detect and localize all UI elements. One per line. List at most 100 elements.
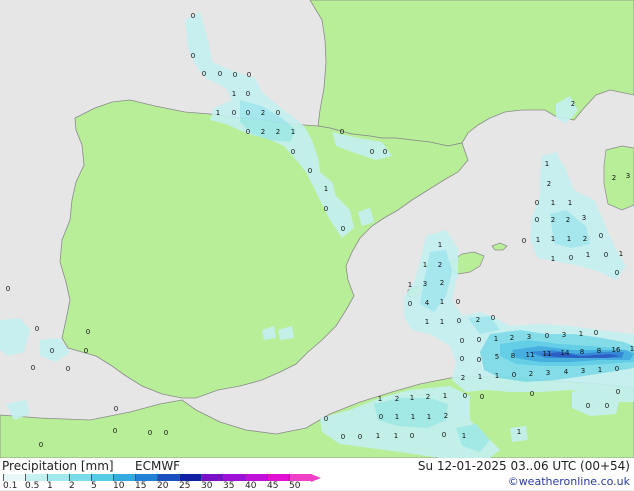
credit-link[interactable]: ©weatheronline.co.uk <box>508 475 630 488</box>
precip-value: 0 <box>477 356 481 364</box>
precip-value: 0 <box>545 332 549 340</box>
precip-value: 8 <box>580 348 584 356</box>
precip-value: 2 <box>395 395 399 403</box>
map-viewer: 0 0 0 0 0 0 1 0 1 0 0 2 0 0 2 2 1 0 0 0 0 0 1 0 0 0 0 0 0 0 0 0 0 0 0 0 0 1 2 0… <box>0 0 634 491</box>
precip-value: 0 <box>408 300 412 308</box>
precip-value: 0 <box>86 328 90 336</box>
precip-value: 1 <box>394 432 398 440</box>
precip-value: 0 <box>615 365 619 373</box>
precip-value: 0 <box>114 405 118 413</box>
precip-value: 0 <box>410 432 414 440</box>
precip-value: 0 <box>31 364 35 372</box>
scale-swatch <box>201 474 224 481</box>
precip-value: 0 <box>463 392 467 400</box>
precip-value: 0 <box>246 109 250 117</box>
precip-value: 4 <box>425 299 430 307</box>
scale-swatch <box>267 474 290 481</box>
precip-value: 3 <box>423 280 427 288</box>
precip-value: 0 <box>535 199 539 207</box>
precip-value: 1 <box>427 413 431 421</box>
precip-value: 0 <box>247 71 251 79</box>
scale-swatch <box>25 474 48 481</box>
precip-value: 2 <box>444 412 448 420</box>
precip-value: 1 <box>440 298 444 306</box>
scale-swatch <box>135 474 158 481</box>
precipitation-map[interactable]: 0 0 0 0 0 0 1 0 1 0 0 2 0 0 2 2 1 0 0 0 0 0 1 0 0 0 0 0 0 0 0 0 0 0 0 0 0 1 2 0… <box>0 0 634 458</box>
precip-value: 2 <box>566 216 570 224</box>
model-name: ECMWF <box>135 459 181 473</box>
precip-value: 1 <box>324 185 328 193</box>
precip-value: 0 <box>218 70 222 78</box>
precip-value: 0 <box>460 337 464 345</box>
precip-value: 1 <box>551 199 555 207</box>
precip-value: 0 <box>50 347 54 355</box>
precip-value: 1 <box>425 318 429 326</box>
precip-value: 0 <box>358 433 362 441</box>
precip-value: 0 <box>594 329 598 337</box>
precip-value: 1 <box>423 261 427 269</box>
precip-value: 0 <box>383 148 387 156</box>
scale-swatch <box>69 474 92 481</box>
precip-value: 1 <box>408 281 412 289</box>
precip-value: 1 <box>232 90 236 98</box>
precip-value: 0 <box>232 109 236 117</box>
precip-value: 0 <box>324 205 328 213</box>
precip-value: 0 <box>308 167 312 175</box>
precip-value: 0 <box>191 52 195 60</box>
precip-value: 1 <box>551 255 555 263</box>
valid-time: Su 12-01-2025 03..06 UTC (00+54) <box>417 459 630 473</box>
precip-value: 1 <box>410 394 414 402</box>
precip-value: 2 <box>571 100 575 108</box>
precip-value: 0 <box>604 251 608 259</box>
precip-value: 5 <box>495 353 499 361</box>
precip-value: 0 <box>246 128 250 136</box>
precip-value: 0 <box>276 109 280 117</box>
legend-title: Precipitation [mm] <box>2 459 114 473</box>
precip-value: 2 <box>551 216 555 224</box>
precip-value: 3 <box>626 172 630 180</box>
precip-value: 1 <box>567 235 571 243</box>
precip-value: 2 <box>440 279 444 287</box>
scale-swatch <box>157 474 180 481</box>
precip-value: 3 <box>582 214 586 222</box>
precip-value: 0 <box>522 237 526 245</box>
scale-swatch <box>289 474 312 481</box>
precip-value: 8 <box>511 352 515 360</box>
scale-swatch <box>245 474 268 481</box>
scale-swatch <box>3 474 26 481</box>
precip-value: 0 <box>340 128 344 136</box>
precip-value: 1 <box>551 235 555 243</box>
precip-value: 0 <box>148 429 152 437</box>
precip-value: 3 <box>562 331 566 339</box>
precip-value: 0 <box>39 441 43 449</box>
precip-value: 0 <box>324 415 328 423</box>
precip-value: 0 <box>66 365 70 373</box>
precip-value: 1 <box>462 432 466 440</box>
scale-swatch <box>91 474 114 481</box>
precip-value: 0 <box>569 254 573 262</box>
precip-value: 1 <box>568 199 572 207</box>
precip-value: 3 <box>527 333 531 341</box>
precip-value: 1 <box>495 372 499 380</box>
scale-arrow <box>311 474 321 482</box>
precip-value: 1 <box>478 373 482 381</box>
precip-value: 1 <box>291 128 295 136</box>
precip-value: 0 <box>191 12 195 20</box>
precip-value: 11 <box>526 351 535 359</box>
precip-value: 3 <box>581 367 585 375</box>
precip-value: 0 <box>113 427 117 435</box>
precip-value: 0 <box>341 225 345 233</box>
precip-value: 1 <box>586 251 590 259</box>
precip-value: 0 <box>379 413 383 421</box>
precip-value: 0 <box>535 216 539 224</box>
precip-value: 2 <box>612 174 616 182</box>
scale-swatch <box>223 474 246 481</box>
precip-value: 2 <box>583 235 587 243</box>
precip-value: 2 <box>276 128 280 136</box>
precip-value: 0 <box>616 388 620 396</box>
precip-value: 0 <box>291 148 295 156</box>
precip-value: 0 <box>442 431 446 439</box>
precip-value: 1 <box>619 250 623 258</box>
precip-value: 1 <box>376 432 380 440</box>
precip-value: 1 <box>443 392 447 400</box>
